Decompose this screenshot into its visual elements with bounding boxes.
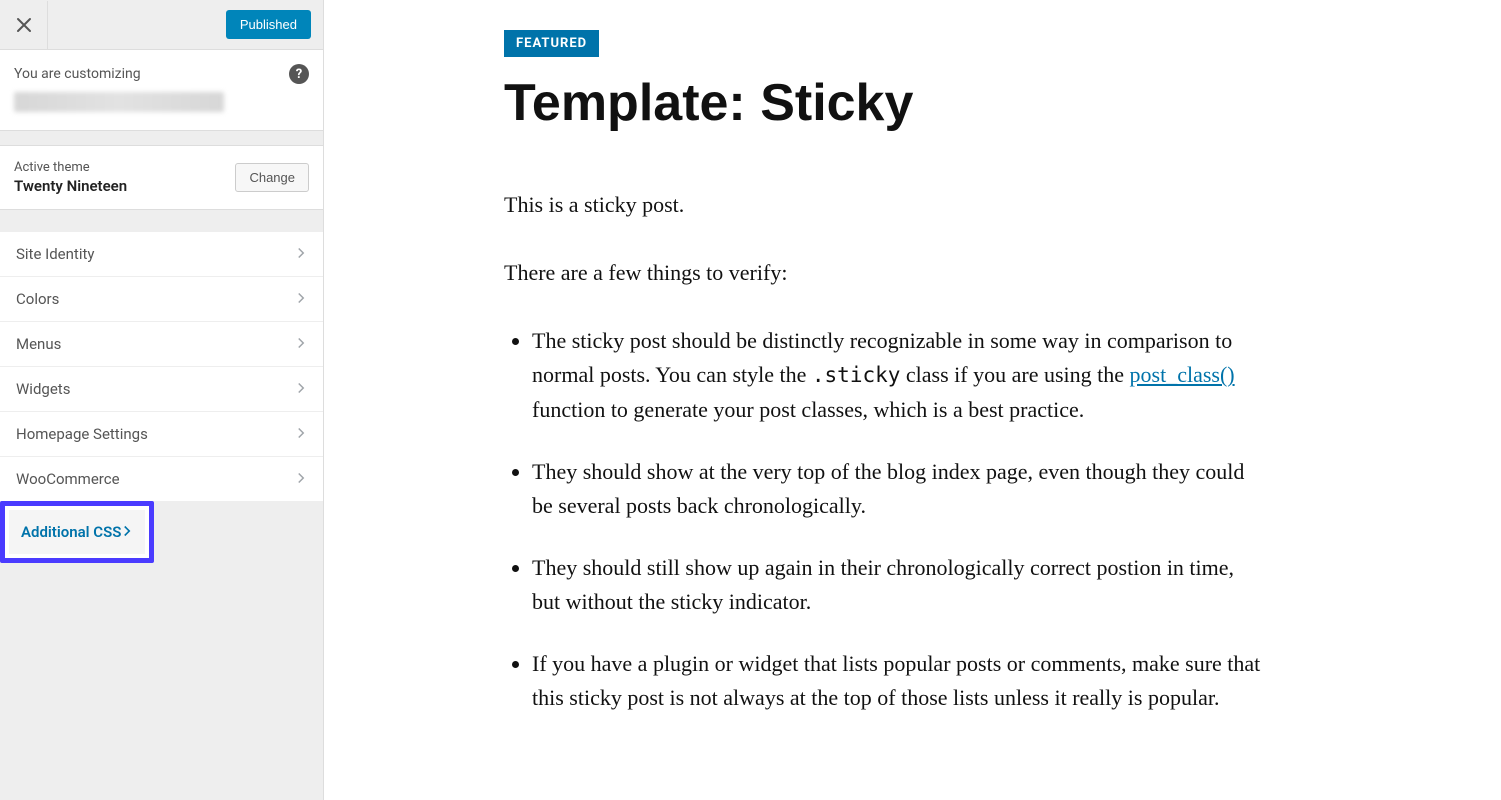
sidebar-header: Published	[0, 0, 323, 50]
menu-item-label: Menus	[16, 335, 61, 353]
customizing-section: You are customizing ?	[0, 50, 323, 131]
close-icon	[16, 17, 32, 33]
active-theme-name: Twenty Nineteen	[14, 177, 127, 195]
code-sticky-class: .sticky	[812, 363, 901, 387]
menu-item-additional-css-highlighted[interactable]: Additional CSS	[0, 501, 323, 563]
active-theme-label: Active theme	[14, 160, 127, 175]
menu-item-label: Site Identity	[16, 245, 94, 263]
customizing-label: You are customizing	[14, 66, 141, 82]
menu-item-label: Widgets	[16, 380, 70, 398]
menu-item-label: WooCommerce	[16, 470, 120, 488]
customizer-menu: Site Identity Colors Menus Widgets Homep…	[0, 232, 323, 563]
published-button[interactable]: Published	[226, 10, 311, 39]
post-paragraph: This is a sticky post.	[504, 188, 1264, 222]
help-icon[interactable]: ?	[289, 64, 309, 84]
menu-item-label: Colors	[16, 290, 59, 308]
featured-badge: FEATURED	[504, 30, 599, 57]
menu-item-label: Additional CSS	[21, 523, 121, 541]
post-title: Template: Sticky	[504, 75, 1441, 132]
site-title-redacted	[14, 92, 224, 112]
change-theme-button[interactable]: Change	[235, 163, 309, 192]
chevron-right-icon	[295, 470, 307, 488]
list-item: They should show at the very top of the …	[532, 455, 1264, 523]
chevron-right-icon	[295, 335, 307, 353]
chevron-right-icon	[295, 245, 307, 263]
text-span: function to generate your post classes, …	[532, 397, 1084, 422]
menu-item-colors[interactable]: Colors	[0, 276, 323, 322]
chevron-right-icon	[121, 523, 133, 541]
spacer	[0, 210, 323, 232]
menu-item-site-identity[interactable]: Site Identity	[0, 231, 323, 277]
post-paragraph: There are a few things to verify:	[504, 256, 1264, 290]
text-span: class if you are using the	[900, 362, 1129, 387]
list-item: They should still show up again in their…	[532, 551, 1264, 619]
menu-item-label: Homepage Settings	[16, 425, 148, 443]
preview-pane: FEATURED Template: Sticky This is a stic…	[324, 0, 1501, 800]
customizer-sidebar: Published You are customizing ? Active t…	[0, 0, 324, 800]
chevron-right-icon	[295, 380, 307, 398]
chevron-right-icon	[295, 425, 307, 443]
spacer	[0, 131, 323, 145]
post-body: This is a sticky post. There are a few t…	[504, 188, 1264, 715]
close-button[interactable]	[0, 1, 48, 49]
chevron-right-icon	[295, 290, 307, 308]
post-class-link[interactable]: post_class()	[1130, 362, 1235, 387]
menu-item-homepage-settings[interactable]: Homepage Settings	[0, 411, 323, 457]
list-item: If you have a plugin or widget that list…	[532, 647, 1264, 715]
list-item: The sticky post should be distinctly rec…	[532, 324, 1264, 426]
active-theme-section: Active theme Twenty Nineteen Change	[0, 145, 323, 210]
sidebar-filler	[0, 563, 323, 800]
post-list: The sticky post should be distinctly rec…	[504, 324, 1264, 715]
menu-item-menus[interactable]: Menus	[0, 321, 323, 367]
menu-item-widgets[interactable]: Widgets	[0, 366, 323, 412]
menu-item-woocommerce[interactable]: WooCommerce	[0, 456, 323, 502]
